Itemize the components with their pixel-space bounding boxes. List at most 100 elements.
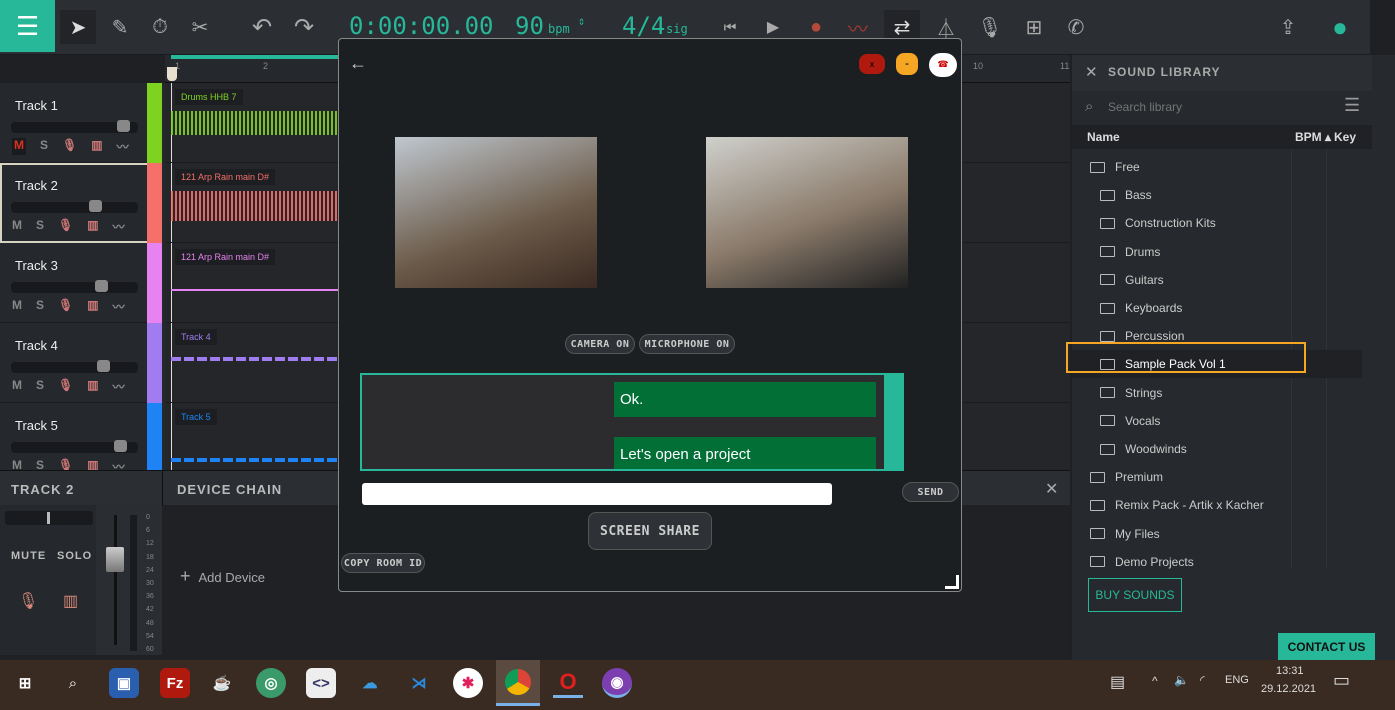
github-icon[interactable]: ◉ bbox=[602, 668, 632, 698]
library-folder[interactable]: Bass bbox=[1072, 181, 1362, 209]
copy-room-id-button[interactable]: COPY ROOM ID bbox=[341, 553, 425, 573]
track-volume-slider[interactable] bbox=[11, 360, 138, 373]
camera-toggle-button[interactable]: CAMERA ON bbox=[565, 334, 635, 354]
track-name[interactable]: Track 5 bbox=[15, 418, 58, 433]
column-bpm[interactable]: BPM ▴ bbox=[1295, 130, 1331, 144]
clip-label[interactable]: Track 4 bbox=[175, 329, 217, 345]
library-folder[interactable]: Drums bbox=[1072, 238, 1362, 266]
scissors-icon[interactable]: ✂ bbox=[182, 10, 218, 44]
buy-sounds-button[interactable]: BUY SOUNDS bbox=[1088, 578, 1182, 612]
volume-knob[interactable] bbox=[96, 360, 110, 372]
solo-button[interactable]: SOLO bbox=[57, 550, 92, 562]
volume-icon[interactable]: 🔈 bbox=[1174, 673, 1189, 687]
bpm-value[interactable]: 90 bbox=[515, 12, 544, 40]
pointer-tool-icon[interactable]: ➤ bbox=[60, 10, 96, 44]
volume-knob[interactable] bbox=[88, 200, 102, 212]
mute-button[interactable]: M bbox=[12, 378, 22, 395]
track-name[interactable]: Track 2 bbox=[15, 178, 58, 193]
solo-button[interactable]: S bbox=[36, 218, 44, 235]
resize-handle[interactable] bbox=[945, 575, 959, 589]
automation-icon[interactable]: 〰 bbox=[113, 378, 125, 395]
menu-button[interactable]: ☰ bbox=[0, 0, 55, 52]
close-window-button[interactable]: x bbox=[859, 54, 885, 74]
wifi-icon[interactable]: ◜ bbox=[1200, 673, 1205, 687]
volume-knob[interactable] bbox=[113, 440, 127, 452]
automation-icon[interactable]: 〰 bbox=[117, 138, 129, 155]
volume-knob[interactable] bbox=[117, 120, 131, 132]
notifications-icon[interactable]: ▭ bbox=[1333, 670, 1350, 691]
screen-share-button[interactable]: SCREEN SHARE bbox=[588, 512, 712, 550]
library-folder[interactable]: My Files bbox=[1072, 520, 1362, 548]
windows-start-icon[interactable]: ⊞ bbox=[10, 668, 40, 698]
clip-label[interactable]: 121 Arp Rain main D# bbox=[175, 249, 276, 265]
filter-icon[interactable]: ☰ bbox=[1344, 95, 1360, 116]
vscode-icon[interactable]: ⋊ bbox=[404, 668, 434, 698]
slack-icon[interactable]: ✱ bbox=[453, 668, 483, 698]
microphone-icon[interactable]: 🎙 bbox=[58, 378, 73, 395]
piano-icon[interactable]: ▥ bbox=[87, 298, 98, 315]
track-volume-slider[interactable] bbox=[11, 440, 138, 453]
search-library-input[interactable] bbox=[1108, 98, 1328, 116]
input-monitor-icon[interactable]: 🎙 bbox=[972, 10, 1008, 44]
globe-app-icon[interactable]: ◎ bbox=[256, 668, 286, 698]
pencil-tool-icon[interactable]: ✎ bbox=[102, 10, 138, 44]
piano-icon[interactable]: ▥ bbox=[63, 591, 78, 611]
back-arrow-icon[interactable]: ← bbox=[349, 53, 367, 74]
column-name[interactable]: Name bbox=[1087, 130, 1120, 144]
library-folder[interactable]: Keyboards bbox=[1072, 294, 1362, 322]
column-key[interactable]: Key bbox=[1334, 130, 1356, 144]
undo-icon[interactable]: ↶ bbox=[244, 10, 280, 44]
minimize-window-button[interactable]: - bbox=[896, 53, 918, 75]
automation-icon[interactable]: 〰 bbox=[113, 298, 125, 315]
microphone-icon[interactable]: 🎙 bbox=[18, 591, 38, 611]
track-header[interactable]: Track 4 M S 🎙 ▥ 〰 bbox=[0, 323, 162, 403]
mute-button[interactable]: M bbox=[12, 138, 26, 155]
track-name[interactable]: Track 1 bbox=[15, 98, 58, 113]
end-call-button[interactable]: ☎ bbox=[929, 53, 957, 77]
tray-chevron-icon[interactable]: ^ bbox=[1152, 674, 1158, 688]
contact-us-button[interactable]: CONTACT US bbox=[1278, 633, 1375, 660]
clock-time[interactable]: 13:31 bbox=[1276, 665, 1304, 677]
bpm-stepper-icon[interactable]: ⇕ bbox=[578, 14, 585, 28]
clock-date[interactable]: 29.12.2021 bbox=[1261, 683, 1316, 695]
volume-fader[interactable] bbox=[106, 547, 124, 572]
cloud-app-icon[interactable]: ☁ bbox=[355, 668, 385, 698]
microphone-icon[interactable]: 🎙 bbox=[58, 218, 73, 235]
library-folder[interactable]: Vocals bbox=[1072, 407, 1362, 435]
library-folder[interactable]: Free bbox=[1072, 153, 1362, 181]
chat-scrollbar[interactable] bbox=[884, 375, 902, 469]
piano-icon[interactable]: ▥ bbox=[91, 138, 102, 155]
message-input[interactable] bbox=[362, 483, 832, 505]
stopwatch-icon[interactable]: ⏱ bbox=[142, 10, 178, 44]
track-volume-slider[interactable] bbox=[11, 120, 138, 133]
add-device-button[interactable]: + Add Device bbox=[180, 566, 265, 587]
piano-icon[interactable]: ▥ bbox=[87, 218, 98, 235]
user-avatar-icon[interactable]: ● bbox=[1322, 10, 1358, 44]
library-folder[interactable]: Premium bbox=[1072, 463, 1362, 491]
automation-icon[interactable]: 〰 bbox=[113, 218, 125, 235]
track-header[interactable]: Track 2 M S 🎙 ▥ 〰 bbox=[0, 163, 162, 243]
library-folder[interactable]: Construction Kits bbox=[1072, 209, 1362, 237]
mute-button[interactable]: M bbox=[12, 298, 22, 315]
filezilla-icon[interactable]: Fz bbox=[160, 668, 190, 698]
microphone-icon[interactable]: 🎙 bbox=[58, 298, 73, 315]
track-volume-slider[interactable] bbox=[11, 200, 138, 213]
library-folder[interactable]: Guitars bbox=[1072, 266, 1362, 294]
code-app-icon[interactable]: <> bbox=[306, 668, 336, 698]
library-folder[interactable]: Strings bbox=[1072, 379, 1362, 407]
news-icon[interactable]: ▤ bbox=[1110, 672, 1125, 692]
track-header[interactable]: Track 3 M S 🎙 ▥ 〰 bbox=[0, 243, 162, 323]
time-signature[interactable]: 4/4 bbox=[622, 12, 665, 40]
track-volume-slider[interactable] bbox=[11, 280, 138, 293]
playhead[interactable] bbox=[167, 67, 177, 81]
pan-slider[interactable] bbox=[5, 511, 93, 525]
track-header[interactable]: Track 1 M S 🎙 ▥ 〰 bbox=[0, 83, 162, 163]
solo-button[interactable]: S bbox=[36, 298, 44, 315]
opera-icon[interactable]: O bbox=[553, 668, 583, 698]
solo-button[interactable]: S bbox=[36, 378, 44, 395]
save-app-icon[interactable]: ▣ bbox=[109, 668, 139, 698]
microphone-icon[interactable]: 🎙 bbox=[62, 138, 77, 155]
clip-label[interactable]: Drums HHB 7 bbox=[175, 89, 243, 105]
punch-icon[interactable]: ⊞ bbox=[1016, 10, 1052, 44]
library-folder[interactable]: Woodwinds bbox=[1072, 435, 1362, 463]
